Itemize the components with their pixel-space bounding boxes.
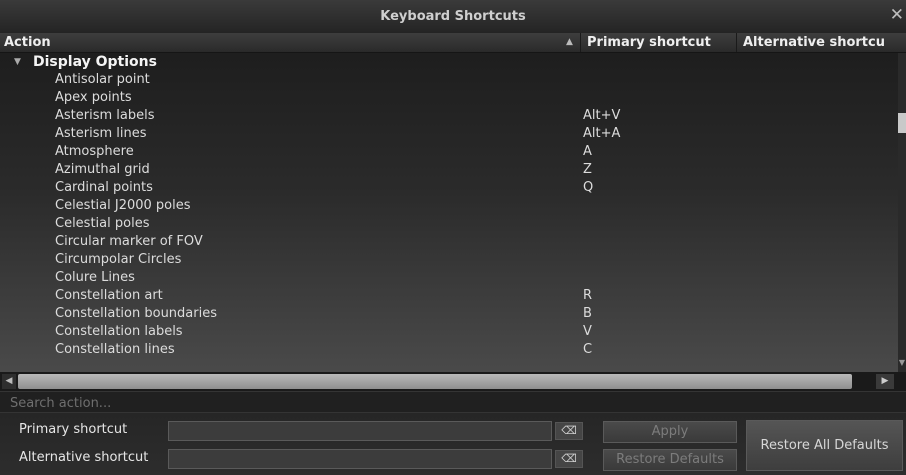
primary-shortcut-cell: B [583,306,592,321]
action-cell: Apex points [55,90,132,105]
column-header-primary[interactable]: Primary shortcut [580,33,737,52]
table-row[interactable]: Apex points [0,89,896,107]
table-row[interactable]: Asterism labels Alt+V [0,107,896,125]
table-row[interactable]: Constellation boundaries B [0,305,896,323]
table-row[interactable]: Constellation labels V [0,323,896,341]
action-cell: Celestial J2000 poles [55,198,191,213]
search-bar [0,391,906,414]
table-row[interactable]: Cardinal points Q [0,179,896,197]
expand-triangle-icon[interactable]: ▼ [14,53,21,71]
table-row[interactable]: Asterism lines Alt+A [0,125,896,143]
action-cell: Circular marker of FOV [55,234,203,249]
sort-ascending-icon: ▲ [566,37,573,47]
shortcuts-table: Action ▲ Primary shortcut Alternative sh… [0,33,906,391]
primary-shortcut-cell: Q [583,180,594,195]
action-cell: Antisolar point [55,72,150,87]
action-cell: Circumpolar Circles [55,252,182,267]
table-row[interactable]: Atmosphere A [0,143,896,161]
window-title: Keyboard Shortcuts [380,9,526,24]
action-cell: Cardinal points [55,180,153,195]
vertical-scroll-thumb[interactable] [898,113,906,133]
action-cell: Azimuthal grid [55,162,150,177]
alternative-shortcut-label: Alternative shortcut [19,450,149,465]
title-bar: Keyboard Shortcuts ✕ [0,0,906,33]
group-label: Display Options [33,54,157,70]
primary-shortcut-cell: C [583,342,593,357]
table-row[interactable]: Antisolar point [0,71,896,89]
clear-alternative-icon[interactable]: ⌫ [555,450,583,468]
table-row[interactable]: Celestial poles [0,215,896,233]
primary-shortcut-cell: Alt+V [583,108,621,123]
close-icon[interactable]: ✕ [886,4,906,26]
restore-defaults-button[interactable]: Restore Defaults [603,449,737,471]
clear-primary-icon[interactable]: ⌫ [555,422,583,440]
action-cell: Celestial poles [55,216,150,231]
table-row[interactable]: Constellation lines C [0,341,896,359]
primary-shortcut-cell: R [583,288,593,303]
action-cell: Constellation lines [55,342,175,357]
primary-shortcut-cell: V [583,324,592,339]
alternative-shortcut-field[interactable] [168,449,552,469]
primary-shortcut-cell: Alt+A [583,126,621,141]
shortcut-editor: Primary shortcut ⌫ Alternative shortcut … [0,413,906,475]
action-cell: Constellation art [55,288,163,303]
primary-shortcut-cell: A [583,144,592,159]
column-header-alternative[interactable]: Alternative shortcu [736,33,905,52]
action-cell: Colure Lines [55,270,135,285]
action-cell: Constellation labels [55,324,183,339]
action-cell: Asterism lines [55,126,147,141]
primary-shortcut-cell: Z [583,162,592,177]
table-row[interactable]: Circular marker of FOV [0,233,896,251]
horizontal-scroll-thumb[interactable] [18,374,852,389]
scroll-left-arrow-icon[interactable]: ◀ [2,374,16,389]
vertical-scrollbar[interactable] [898,53,906,378]
table-row[interactable]: Constellation art R [0,287,896,305]
action-cell: Asterism labels [55,108,155,123]
table-row[interactable]: Azimuthal grid Z [0,161,896,179]
table-row[interactable]: Colure Lines [0,269,896,287]
table-rows: Antisolar point Apex points Asterism label… [0,71,896,359]
apply-button[interactable]: Apply [603,421,737,443]
column-header-action[interactable]: Action [4,33,564,52]
action-cell: Atmosphere [55,144,134,159]
primary-shortcut-label: Primary shortcut [19,422,128,437]
table-row[interactable]: Celestial J2000 poles [0,197,896,215]
primary-shortcut-field[interactable] [168,421,552,441]
horizontal-scrollbar[interactable]: ◀ ▶ [0,372,906,391]
scroll-down-arrow-icon[interactable]: ▼ [898,358,906,370]
table-row[interactable]: Circumpolar Circles [0,251,896,269]
action-cell: Constellation boundaries [55,306,217,321]
table-header: Action ▲ Primary shortcut Alternative sh… [0,33,906,53]
group-row-display-options[interactable]: ▼ Display Options [0,53,880,71]
restore-all-defaults-button[interactable]: Restore All Defaults [746,420,903,471]
search-input[interactable] [8,393,902,414]
scroll-right-arrow-icon[interactable]: ▶ [876,374,894,389]
